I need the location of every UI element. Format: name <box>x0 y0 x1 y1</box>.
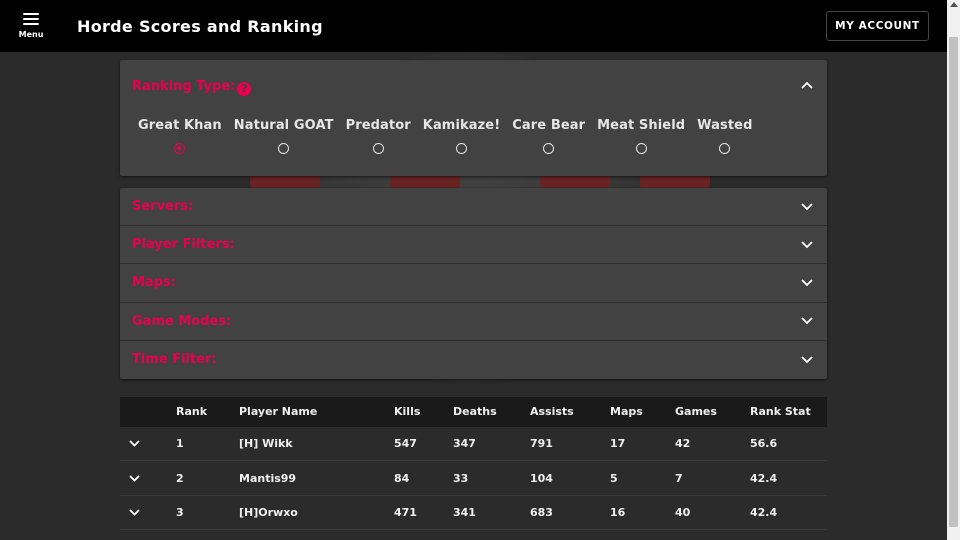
top-app-bar: Menu Horde Scores and Ranking MY ACCOUNT <box>0 0 947 52</box>
cell-player-name: [H] Wikk <box>239 437 293 451</box>
page-title: Horde Scores and Ranking <box>77 16 323 36</box>
cell-games: 7 <box>675 471 683 485</box>
cell-assists: 104 <box>530 471 553 485</box>
column-header-rank[interactable]: Rank <box>176 405 239 418</box>
chevron-down-icon[interactable] <box>800 314 814 328</box>
filter-panel-header[interactable]: Maps: <box>120 264 827 303</box>
filter-panel-header[interactable]: Servers: <box>120 188 827 227</box>
ranking-type-panel: Ranking Type:? Great Khan Natural GOAT Pre… <box>120 60 827 176</box>
filter-label: Time Filter: <box>132 352 217 368</box>
cell-maps: 17 <box>610 437 626 451</box>
column-header-games[interactable]: Games <box>675 405 750 418</box>
radio-button[interactable] <box>635 143 647 154</box>
cell-rank: 1 <box>176 437 184 451</box>
chevron-down-icon[interactable] <box>127 437 141 451</box>
filter-label: Maps: <box>132 275 176 291</box>
expand-cell <box>120 506 176 520</box>
cell-games: 40 <box>675 506 691 520</box>
menu-button[interactable]: Menu <box>0 0 62 52</box>
cell-rank-stat: 42.4 <box>750 506 778 520</box>
radio-button[interactable] <box>174 143 186 154</box>
cell-player-name: [H]Orwxo <box>239 506 298 520</box>
cell-kills: 84 <box>394 471 410 485</box>
cell-rank: 2 <box>176 471 184 485</box>
ranking-option[interactable]: Predator <box>346 118 411 176</box>
table-header: Rank Player Name Kills Deaths Assists Ma… <box>120 396 827 427</box>
cell-player-name: Mantis99 <box>239 471 297 485</box>
cell-assists: 791 <box>530 437 553 451</box>
expand-cell <box>120 471 176 485</box>
table-row[interactable]: 3 [H]Orwxo 471 341 683 16 40 42.4 <box>120 495 827 531</box>
column-header-rank-stat[interactable]: Rank Stat <box>750 405 827 418</box>
radio-button[interactable] <box>543 143 555 154</box>
chevron-down-icon[interactable] <box>127 506 141 520</box>
table-row[interactable]: 1 [H] Wikk 547 347 791 17 42 56.6 <box>120 426 827 462</box>
column-header-maps[interactable]: Maps <box>610 405 675 418</box>
chevron-down-icon[interactable] <box>127 471 141 485</box>
column-header-player-name[interactable]: Player Name <box>239 405 394 418</box>
ranking-option[interactable]: Kamikaze! <box>423 118 500 176</box>
radio-button[interactable] <box>719 143 731 154</box>
ranking-option[interactable]: Care Bear <box>512 118 585 176</box>
chevron-up-icon[interactable] <box>800 78 814 92</box>
filter-panel-header[interactable]: Time Filter: <box>120 341 827 379</box>
filter-panel-header[interactable]: Player Filters: <box>120 226 827 265</box>
cell-deaths: 33 <box>453 471 469 485</box>
ranking-option[interactable]: Great Khan <box>138 118 222 176</box>
cell-deaths: 347 <box>453 437 476 451</box>
ranking-option-label: Great Khan <box>138 118 222 133</box>
expand-cell <box>120 437 176 451</box>
cell-kills: 547 <box>394 437 417 451</box>
column-header-kills[interactable]: Kills <box>394 405 453 418</box>
scrollbar-thumb[interactable] <box>949 37 958 527</box>
scroll-up-arrow-icon[interactable] <box>950 2 958 7</box>
filter-label: Player Filters: <box>132 237 235 253</box>
cell-rank-stat: 42.4 <box>750 471 778 485</box>
main-content: Ranking Type:? Great Khan Natural GOAT Pre… <box>120 60 827 531</box>
menu-label: Menu <box>18 30 44 39</box>
radio-button[interactable] <box>278 143 290 154</box>
my-account-button[interactable]: MY ACCOUNT <box>826 11 929 41</box>
ranking-option[interactable]: Natural GOAT <box>234 118 334 176</box>
ranking-type-options: Great Khan Natural GOAT Predator Kamikaze! C… <box>120 110 827 176</box>
ranking-type-label: Ranking Type: <box>132 78 236 94</box>
chevron-down-icon[interactable] <box>800 200 814 214</box>
cell-assists: 683 <box>530 506 553 520</box>
chevron-down-icon[interactable] <box>800 238 814 252</box>
table-row[interactable]: 2 Mantis99 84 33 104 5 7 42.4 <box>120 461 827 496</box>
ranking-type-header[interactable]: Ranking Type:? <box>120 60 827 110</box>
table-body: 1 [H] Wikk 547 347 791 17 42 56.6 2 Mantis99 84 33 1… <box>120 426 827 531</box>
cell-kills: 471 <box>394 506 417 520</box>
help-icon[interactable]: ? <box>237 81 252 96</box>
ranking-option-label: Kamikaze! <box>422 118 501 133</box>
cell-deaths: 341 <box>453 506 476 520</box>
cell-maps: 16 <box>610 506 626 520</box>
ranking-table: Rank Player Name Kills Deaths Assists Ma… <box>120 396 827 531</box>
vertical-scrollbar[interactable] <box>947 0 960 540</box>
ranking-option-label: Predator <box>345 118 411 133</box>
column-header-deaths[interactable]: Deaths <box>453 405 530 418</box>
ranking-option[interactable]: Meat Shield <box>597 118 685 176</box>
filter-label: Game Modes: <box>132 313 232 329</box>
cell-games: 42 <box>675 437 691 451</box>
filter-panels: Servers: Player Filters: Maps: Game Modes: T… <box>120 188 827 379</box>
ranking-option-label: Meat Shield <box>597 118 686 133</box>
column-header-assists[interactable]: Assists <box>530 405 610 418</box>
filter-panel-header[interactable]: Game Modes: <box>120 303 827 341</box>
radio-button[interactable] <box>456 143 467 154</box>
ranking-option-label: Wasted <box>697 118 753 133</box>
radio-button[interactable] <box>372 143 384 154</box>
cell-maps: 5 <box>610 471 618 485</box>
cell-rank: 3 <box>176 506 184 520</box>
ranking-option-label: Natural GOAT <box>233 118 334 133</box>
ranking-option[interactable]: Wasted <box>697 118 752 176</box>
hamburger-icon <box>23 13 39 25</box>
ranking-option-label: Care Bear <box>512 118 586 133</box>
cell-rank-stat: 56.6 <box>750 437 778 451</box>
filter-label: Servers: <box>132 199 194 215</box>
chevron-down-icon[interactable] <box>800 276 814 290</box>
chevron-down-icon[interactable] <box>800 353 814 367</box>
